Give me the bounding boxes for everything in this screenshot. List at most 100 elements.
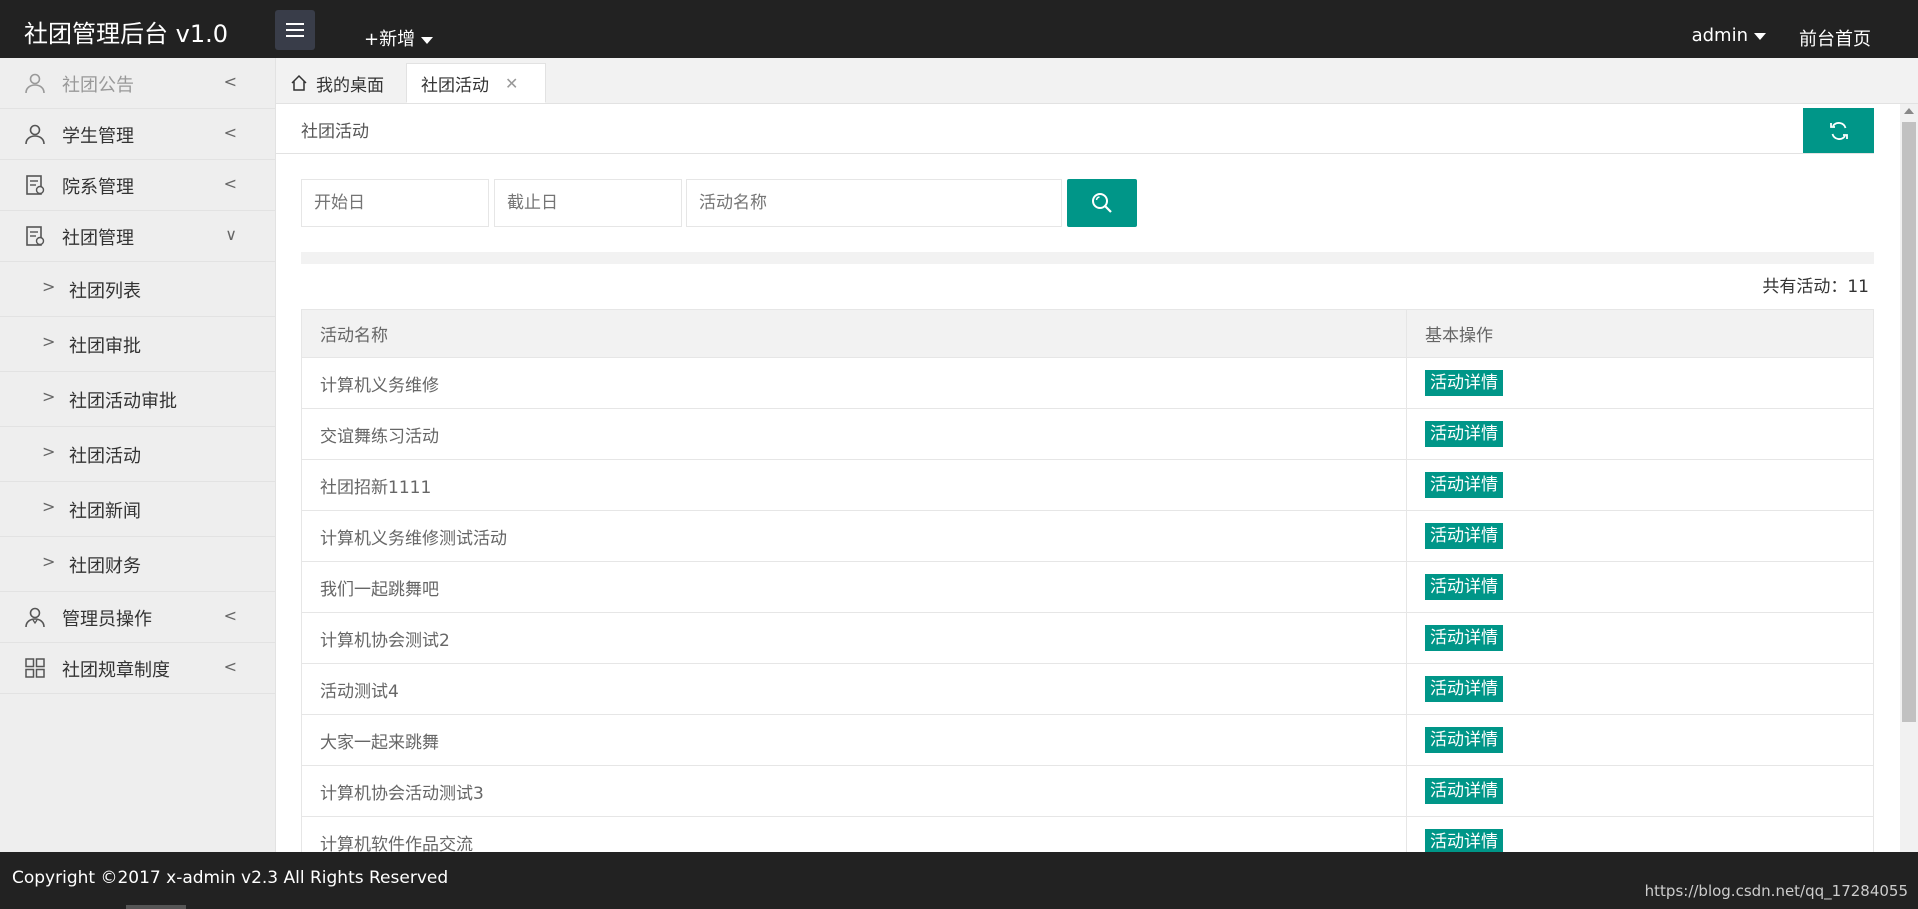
front-home-link[interactable]: 前台首页 bbox=[1799, 25, 1871, 51]
chevron-down-icon: ∨ bbox=[225, 225, 237, 244]
sidebar-subitem-label: 社团活动审批 bbox=[69, 391, 177, 412]
sidebar-item-label: 管理员操作 bbox=[62, 609, 152, 630]
sidebar-item-admin-operations[interactable]: 管理员操作 < bbox=[0, 592, 275, 643]
sidebar-subitem-club-news[interactable]: > 社团新闻 bbox=[0, 482, 275, 537]
caret-down-icon bbox=[1754, 32, 1766, 40]
user-icon bbox=[25, 73, 45, 94]
activity-name-cell: 大家一起来跳舞 bbox=[301, 714, 1407, 766]
activity-detail-button[interactable]: 活动详情 bbox=[1425, 574, 1503, 600]
table-row: 大家一起来跳舞 活动详情 bbox=[301, 714, 1874, 766]
sidebar-item-label: 学生管理 bbox=[62, 126, 134, 147]
end-date-input[interactable] bbox=[494, 179, 682, 227]
activity-name-cell: 计算机协会测试2 bbox=[301, 612, 1407, 664]
operations-cell: 活动详情 bbox=[1406, 612, 1874, 664]
sidebar-item-label: 院系管理 bbox=[62, 177, 134, 198]
chevron-left-icon: < bbox=[223, 606, 237, 625]
footer-indicator bbox=[126, 905, 186, 909]
chevron-right-icon: > bbox=[42, 332, 56, 351]
activity-name-input[interactable] bbox=[686, 179, 1062, 227]
chevron-left-icon: < bbox=[223, 72, 237, 91]
search-button[interactable] bbox=[1067, 179, 1137, 227]
sidebar: 社团公告 < 学生管理 < 院系管理 < 社团管理 ∨ > 社团列表 > 社团审… bbox=[0, 58, 276, 852]
top-header: 社团管理后台 v1.0 +新增 admin 前台首页 bbox=[0, 0, 1918, 58]
start-date-input[interactable] bbox=[301, 179, 489, 227]
column-header-operations: 基本操作 bbox=[1406, 309, 1874, 358]
activity-detail-button[interactable]: 活动详情 bbox=[1425, 727, 1503, 753]
activity-detail-button[interactable]: 活动详情 bbox=[1425, 625, 1503, 651]
activity-detail-button[interactable]: 活动详情 bbox=[1425, 523, 1503, 549]
activity-table: 活动名称 基本操作 计算机义务维修 活动详情 交谊舞练习活动 活动详情 社团招新1111… bbox=[301, 309, 1874, 868]
activity-detail-button[interactable]: 活动详情 bbox=[1425, 676, 1503, 702]
table-row: 计算机协会测试2 活动详情 bbox=[301, 612, 1874, 664]
footer: Copyright ©2017 x-admin v2.3 All Rights … bbox=[0, 852, 1918, 909]
tab-my-desktop[interactable]: 我的桌面 bbox=[276, 63, 406, 103]
table-row: 社团招新1111 活动详情 bbox=[301, 459, 1874, 511]
activity-name-cell: 计算机义务维修测试活动 bbox=[301, 510, 1407, 562]
operations-cell: 活动详情 bbox=[1406, 561, 1874, 613]
activity-detail-button[interactable]: 活动详情 bbox=[1425, 778, 1503, 804]
activity-detail-button[interactable]: 活动详情 bbox=[1425, 370, 1503, 396]
sidebar-item-students[interactable]: 学生管理 < bbox=[0, 109, 275, 160]
admin-icon bbox=[25, 607, 45, 628]
chevron-right-icon: > bbox=[42, 277, 56, 296]
activity-name-cell: 社团招新1111 bbox=[301, 459, 1407, 511]
user-name: admin bbox=[1691, 25, 1748, 46]
sidebar-item-announcements[interactable]: 社团公告 < bbox=[0, 58, 275, 109]
scrollbar-thumb[interactable] bbox=[1902, 122, 1916, 722]
sidebar-item-club-management[interactable]: 社团管理 ∨ bbox=[0, 211, 275, 262]
total-count: 共有活动：11 bbox=[1762, 277, 1869, 297]
tab-label: 社团活动 bbox=[421, 75, 489, 96]
tab-strip: 我的桌面 社团活动 ✕ bbox=[276, 58, 1918, 104]
sidebar-item-departments[interactable]: 院系管理 < bbox=[0, 160, 275, 211]
user-menu[interactable]: admin bbox=[1692, 25, 1766, 46]
new-menu-button[interactable]: +新增 bbox=[364, 25, 434, 51]
sidebar-subitem-club-list[interactable]: > 社团列表 bbox=[0, 262, 275, 317]
activity-detail-button[interactable]: 活动详情 bbox=[1425, 421, 1503, 447]
operations-cell: 活动详情 bbox=[1406, 663, 1874, 715]
sidebar-subitem-club-finance[interactable]: > 社团财务 bbox=[0, 537, 275, 592]
close-icon[interactable]: ✕ bbox=[505, 74, 518, 93]
operations-cell: 活动详情 bbox=[1406, 765, 1874, 817]
sidebar-item-regulations[interactable]: 社团规章制度 < bbox=[0, 643, 275, 694]
watermark-url: https://blog.csdn.net/qq_17284055 bbox=[1644, 882, 1908, 900]
chevron-left-icon: < bbox=[223, 123, 237, 142]
chevron-right-icon: > bbox=[42, 552, 56, 571]
table-row: 计算机义务维修测试活动 活动详情 bbox=[301, 510, 1874, 562]
operations-cell: 活动详情 bbox=[1406, 357, 1874, 409]
sidebar-subitem-label: 社团活动 bbox=[69, 446, 141, 467]
activity-name-cell: 计算机义务维修 bbox=[301, 357, 1407, 409]
sidebar-item-label: 社团公告 bbox=[62, 75, 134, 96]
sidebar-subitem-club-activities[interactable]: > 社团活动 bbox=[0, 427, 275, 482]
scroll-up-arrow-icon[interactable] bbox=[1904, 108, 1914, 114]
sidebar-item-label: 社团管理 bbox=[62, 228, 134, 249]
sidebar-subitem-activity-approval[interactable]: > 社团活动审批 bbox=[0, 372, 275, 427]
tab-club-activities[interactable]: 社团活动 ✕ bbox=[406, 63, 546, 103]
menu-icon bbox=[286, 23, 304, 37]
breadcrumb: 社团活动 bbox=[301, 122, 369, 142]
copyright-text: Copyright ©2017 x-admin v2.3 All Rights … bbox=[12, 868, 449, 888]
sidebar-subitem-label: 社团财务 bbox=[69, 556, 141, 577]
sidebar-subitem-club-approval[interactable]: > 社团审批 bbox=[0, 317, 275, 372]
table-header-row: 活动名称 基本操作 bbox=[301, 309, 1874, 358]
app-title: 社团管理后台 v1.0 bbox=[24, 20, 228, 48]
document-icon bbox=[26, 226, 45, 246]
caret-down-icon bbox=[421, 36, 434, 44]
activity-detail-button[interactable]: 活动详情 bbox=[1425, 472, 1503, 498]
sidebar-subitem-label: 社团审批 bbox=[69, 336, 141, 357]
sidebar-subitem-label: 社团新闻 bbox=[69, 501, 141, 522]
vertical-scrollbar[interactable] bbox=[1900, 104, 1918, 852]
activity-name-cell: 我们一起跳舞吧 bbox=[301, 561, 1407, 613]
chevron-left-icon: < bbox=[223, 174, 237, 193]
operations-cell: 活动详情 bbox=[1406, 459, 1874, 511]
sidebar-item-label: 社团规章制度 bbox=[62, 660, 170, 681]
table-row: 计算机义务维修 活动详情 bbox=[301, 357, 1874, 409]
refresh-icon bbox=[1829, 121, 1848, 140]
menu-toggle-button[interactable] bbox=[275, 10, 315, 50]
sidebar-subitem-label: 社团列表 bbox=[69, 281, 141, 302]
activity-name-cell: 计算机协会活动测试3 bbox=[301, 765, 1407, 817]
table-row: 我们一起跳舞吧 活动详情 bbox=[301, 561, 1874, 613]
refresh-button[interactable] bbox=[1803, 108, 1874, 153]
new-menu-label: +新增 bbox=[364, 29, 416, 50]
main-content: 社团活动 共有活动：11 活动名称 基本操作 bbox=[276, 104, 1900, 868]
table-row: 活动测试4 活动详情 bbox=[301, 663, 1874, 715]
